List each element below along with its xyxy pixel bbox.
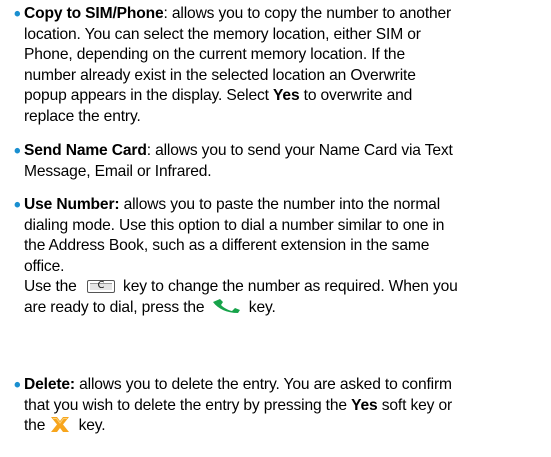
item-title: Use Number: bbox=[24, 196, 120, 213]
bullet: • bbox=[14, 141, 21, 162]
manual-page: • Copy to SIM/Phone: allows you to copy … bbox=[0, 0, 551, 457]
paragraph: Copy to SIM/Phone: allows you to copy th… bbox=[24, 5, 452, 125]
item-title: Copy to SIM/Phone bbox=[24, 5, 164, 22]
item-title: Delete: bbox=[24, 376, 75, 393]
paragraph: Use Number: allows you to paste the numb… bbox=[24, 196, 458, 316]
bullet: • bbox=[14, 375, 21, 396]
send-key-icon bbox=[211, 298, 241, 314]
bullet: • bbox=[14, 4, 21, 25]
cancel-key-icon bbox=[49, 416, 71, 433]
c-key-icon: C bbox=[86, 279, 115, 293]
paragraph: Delete: allows you to delete the entry. … bbox=[24, 376, 453, 435]
bullet: • bbox=[14, 195, 21, 216]
paragraph: Send Name Card: allows you to send your … bbox=[24, 142, 453, 180]
item-title: Send Name Card bbox=[24, 142, 147, 159]
